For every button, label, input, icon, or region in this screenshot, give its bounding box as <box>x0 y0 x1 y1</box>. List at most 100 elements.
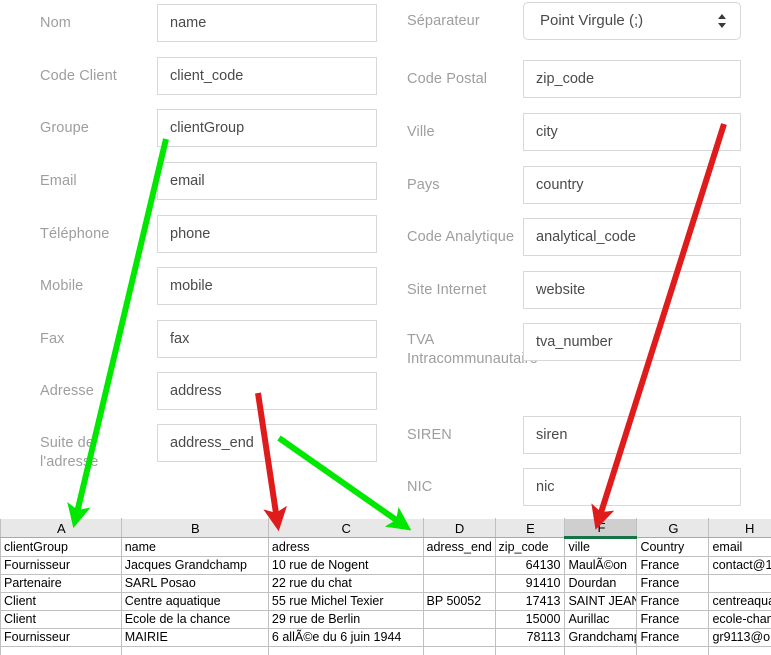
table-cell[interactable]: 29 rue de Berlin <box>267 610 424 629</box>
input-mobile[interactable] <box>157 267 377 305</box>
table-cell[interactable]: centreaqua <box>708 592 771 611</box>
table-cell[interactable]: MaulÃ©on <box>564 556 638 575</box>
table-cell[interactable]: Client <box>0 592 122 611</box>
table-cell[interactable]: 91410 <box>494 574 566 593</box>
field-label-pays: Pays <box>407 177 440 193</box>
csv-header-cell[interactable]: Country <box>636 537 710 557</box>
column-header-g[interactable]: G <box>636 518 710 538</box>
table-cell[interactable]: 78113 <box>494 628 566 647</box>
table-cell[interactable]: Centre aquatique <box>120 592 269 611</box>
table-cell-empty[interactable] <box>267 646 424 655</box>
spreadsheet-table: ABCDEFGH clientGroup name adress adress_end… <box>0 518 771 655</box>
table-cell[interactable] <box>422 628 496 647</box>
column-letter-row: ABCDEFGH <box>0 518 771 539</box>
input-nom[interactable] <box>157 4 377 42</box>
table-cell-empty[interactable] <box>494 646 566 655</box>
table-cell[interactable]: 17413 <box>494 592 566 611</box>
table-cell[interactable]: Fournisseur <box>0 556 122 575</box>
select-separateur[interactable]: Point Virgule (;) <box>523 2 741 40</box>
table-cell[interactable]: contact@1 <box>708 556 771 575</box>
table-cell[interactable]: MAIRIE <box>120 628 269 647</box>
table-row: Fournisseur MAIRIE 6 allÃ©e du 6 juin 1944… <box>0 628 771 647</box>
field-label-email: Email <box>40 173 77 189</box>
table-cell[interactable]: Grandchamp <box>564 628 638 647</box>
table-cell[interactable]: Client <box>0 610 122 629</box>
table-cell[interactable] <box>422 610 496 629</box>
table-cell[interactable]: BP 50052 <box>422 592 496 611</box>
field-label-code-analytique: Code Analytique <box>407 229 515 245</box>
table-cell-empty[interactable] <box>422 646 496 655</box>
field-label-telephone: Téléphone <box>40 226 110 242</box>
table-cell[interactable]: Partenaire <box>0 574 122 593</box>
table-cell[interactable] <box>422 556 496 575</box>
field-label-suite-adresse: Suite de l'adresse <box>40 435 99 470</box>
table-cell[interactable]: Aurillac <box>564 610 638 629</box>
table-row-empty <box>0 646 771 655</box>
column-header-d[interactable]: D <box>422 518 496 538</box>
table-cell-empty[interactable] <box>120 646 269 655</box>
csv-header-cell[interactable]: adress_end <box>422 537 496 557</box>
input-code-client[interactable] <box>157 57 377 95</box>
input-suite-adresse[interactable] <box>157 424 377 462</box>
table-cell[interactable] <box>708 574 771 593</box>
field-label-code-client: Code Client <box>40 68 117 84</box>
input-groupe[interactable] <box>157 109 377 147</box>
table-cell[interactable]: 55 rue Michel Texier <box>267 592 424 611</box>
table-cell-empty[interactable] <box>636 646 710 655</box>
table-cell-empty[interactable] <box>564 646 638 655</box>
csv-header-cell[interactable]: ville <box>564 537 638 557</box>
field-label-nic: NIC <box>407 479 433 495</box>
column-header-a[interactable]: A <box>0 518 122 538</box>
input-nic[interactable] <box>523 468 741 506</box>
input-code-postal[interactable] <box>523 60 741 98</box>
table-cell[interactable]: France <box>636 556 710 575</box>
column-header-c[interactable]: C <box>267 518 424 538</box>
table-cell[interactable]: SAINT JEAN <box>564 592 638 611</box>
csv-header-cell[interactable]: adress <box>267 537 424 557</box>
input-telephone[interactable] <box>157 215 377 253</box>
table-cell[interactable]: ecole-chan <box>708 610 771 629</box>
table-cell[interactable]: Dourdan <box>564 574 638 593</box>
column-header-e[interactable]: E <box>494 518 566 538</box>
table-cell[interactable]: France <box>636 574 710 593</box>
csv-header-row: clientGroup name adress adress_end zip_code v… <box>0 537 771 557</box>
table-cell[interactable]: Jacques Grandchamp <box>120 556 269 575</box>
field-label-tva-intracommunautaire: TVA Intracommunautaire <box>407 332 538 367</box>
input-email[interactable] <box>157 162 377 200</box>
table-cell[interactable]: gr9113@or <box>708 628 771 647</box>
csv-header-cell[interactable]: clientGroup <box>0 537 122 557</box>
table-cell[interactable]: SARL Posao <box>120 574 269 593</box>
field-label-fax: Fax <box>40 331 65 347</box>
table-cell[interactable]: France <box>636 592 710 611</box>
table-cell[interactable] <box>422 574 496 593</box>
field-label-mobile: Mobile <box>40 278 84 294</box>
column-header-h[interactable]: H <box>708 518 771 538</box>
input-tva-intracommunautaire[interactable] <box>523 323 741 361</box>
input-adresse[interactable] <box>157 372 377 410</box>
table-cell[interactable]: Fournisseur <box>0 628 122 647</box>
csv-header-cell[interactable]: zip_code <box>494 537 566 557</box>
column-header-b[interactable]: B <box>120 518 269 538</box>
table-cell-empty[interactable] <box>0 646 122 655</box>
table-cell[interactable]: 6 allÃ©e du 6 juin 1944 <box>267 628 424 647</box>
table-cell[interactable]: 22 rue du chat <box>267 574 424 593</box>
column-header-f[interactable]: F <box>564 518 638 539</box>
input-ville[interactable] <box>523 113 741 151</box>
input-site-internet[interactable] <box>523 271 741 309</box>
table-cell[interactable]: 15000 <box>494 610 566 629</box>
table-cell[interactable]: France <box>636 628 710 647</box>
csv-preview-spreadsheet[interactable]: ABCDEFGH clientGroup name adress adress_end… <box>0 518 771 655</box>
csv-header-cell[interactable]: email <box>708 537 771 557</box>
csv-header-cell[interactable]: name <box>120 537 269 557</box>
table-cell[interactable]: France <box>636 610 710 629</box>
table-cell[interactable]: 64130 <box>494 556 566 575</box>
input-code-analytique[interactable] <box>523 218 741 256</box>
table-cell[interactable]: 10 rue de Nogent <box>267 556 424 575</box>
table-cell[interactable]: Ecole de la chance <box>120 610 269 629</box>
table-row: Partenaire SARL Posao 22 rue du chat 91410 D… <box>0 574 771 593</box>
table-cell-empty[interactable] <box>708 646 771 655</box>
input-fax[interactable] <box>157 320 377 358</box>
input-siren[interactable] <box>523 416 741 454</box>
input-pays[interactable] <box>523 166 741 204</box>
field-label-site-internet: Site Internet <box>407 282 487 298</box>
